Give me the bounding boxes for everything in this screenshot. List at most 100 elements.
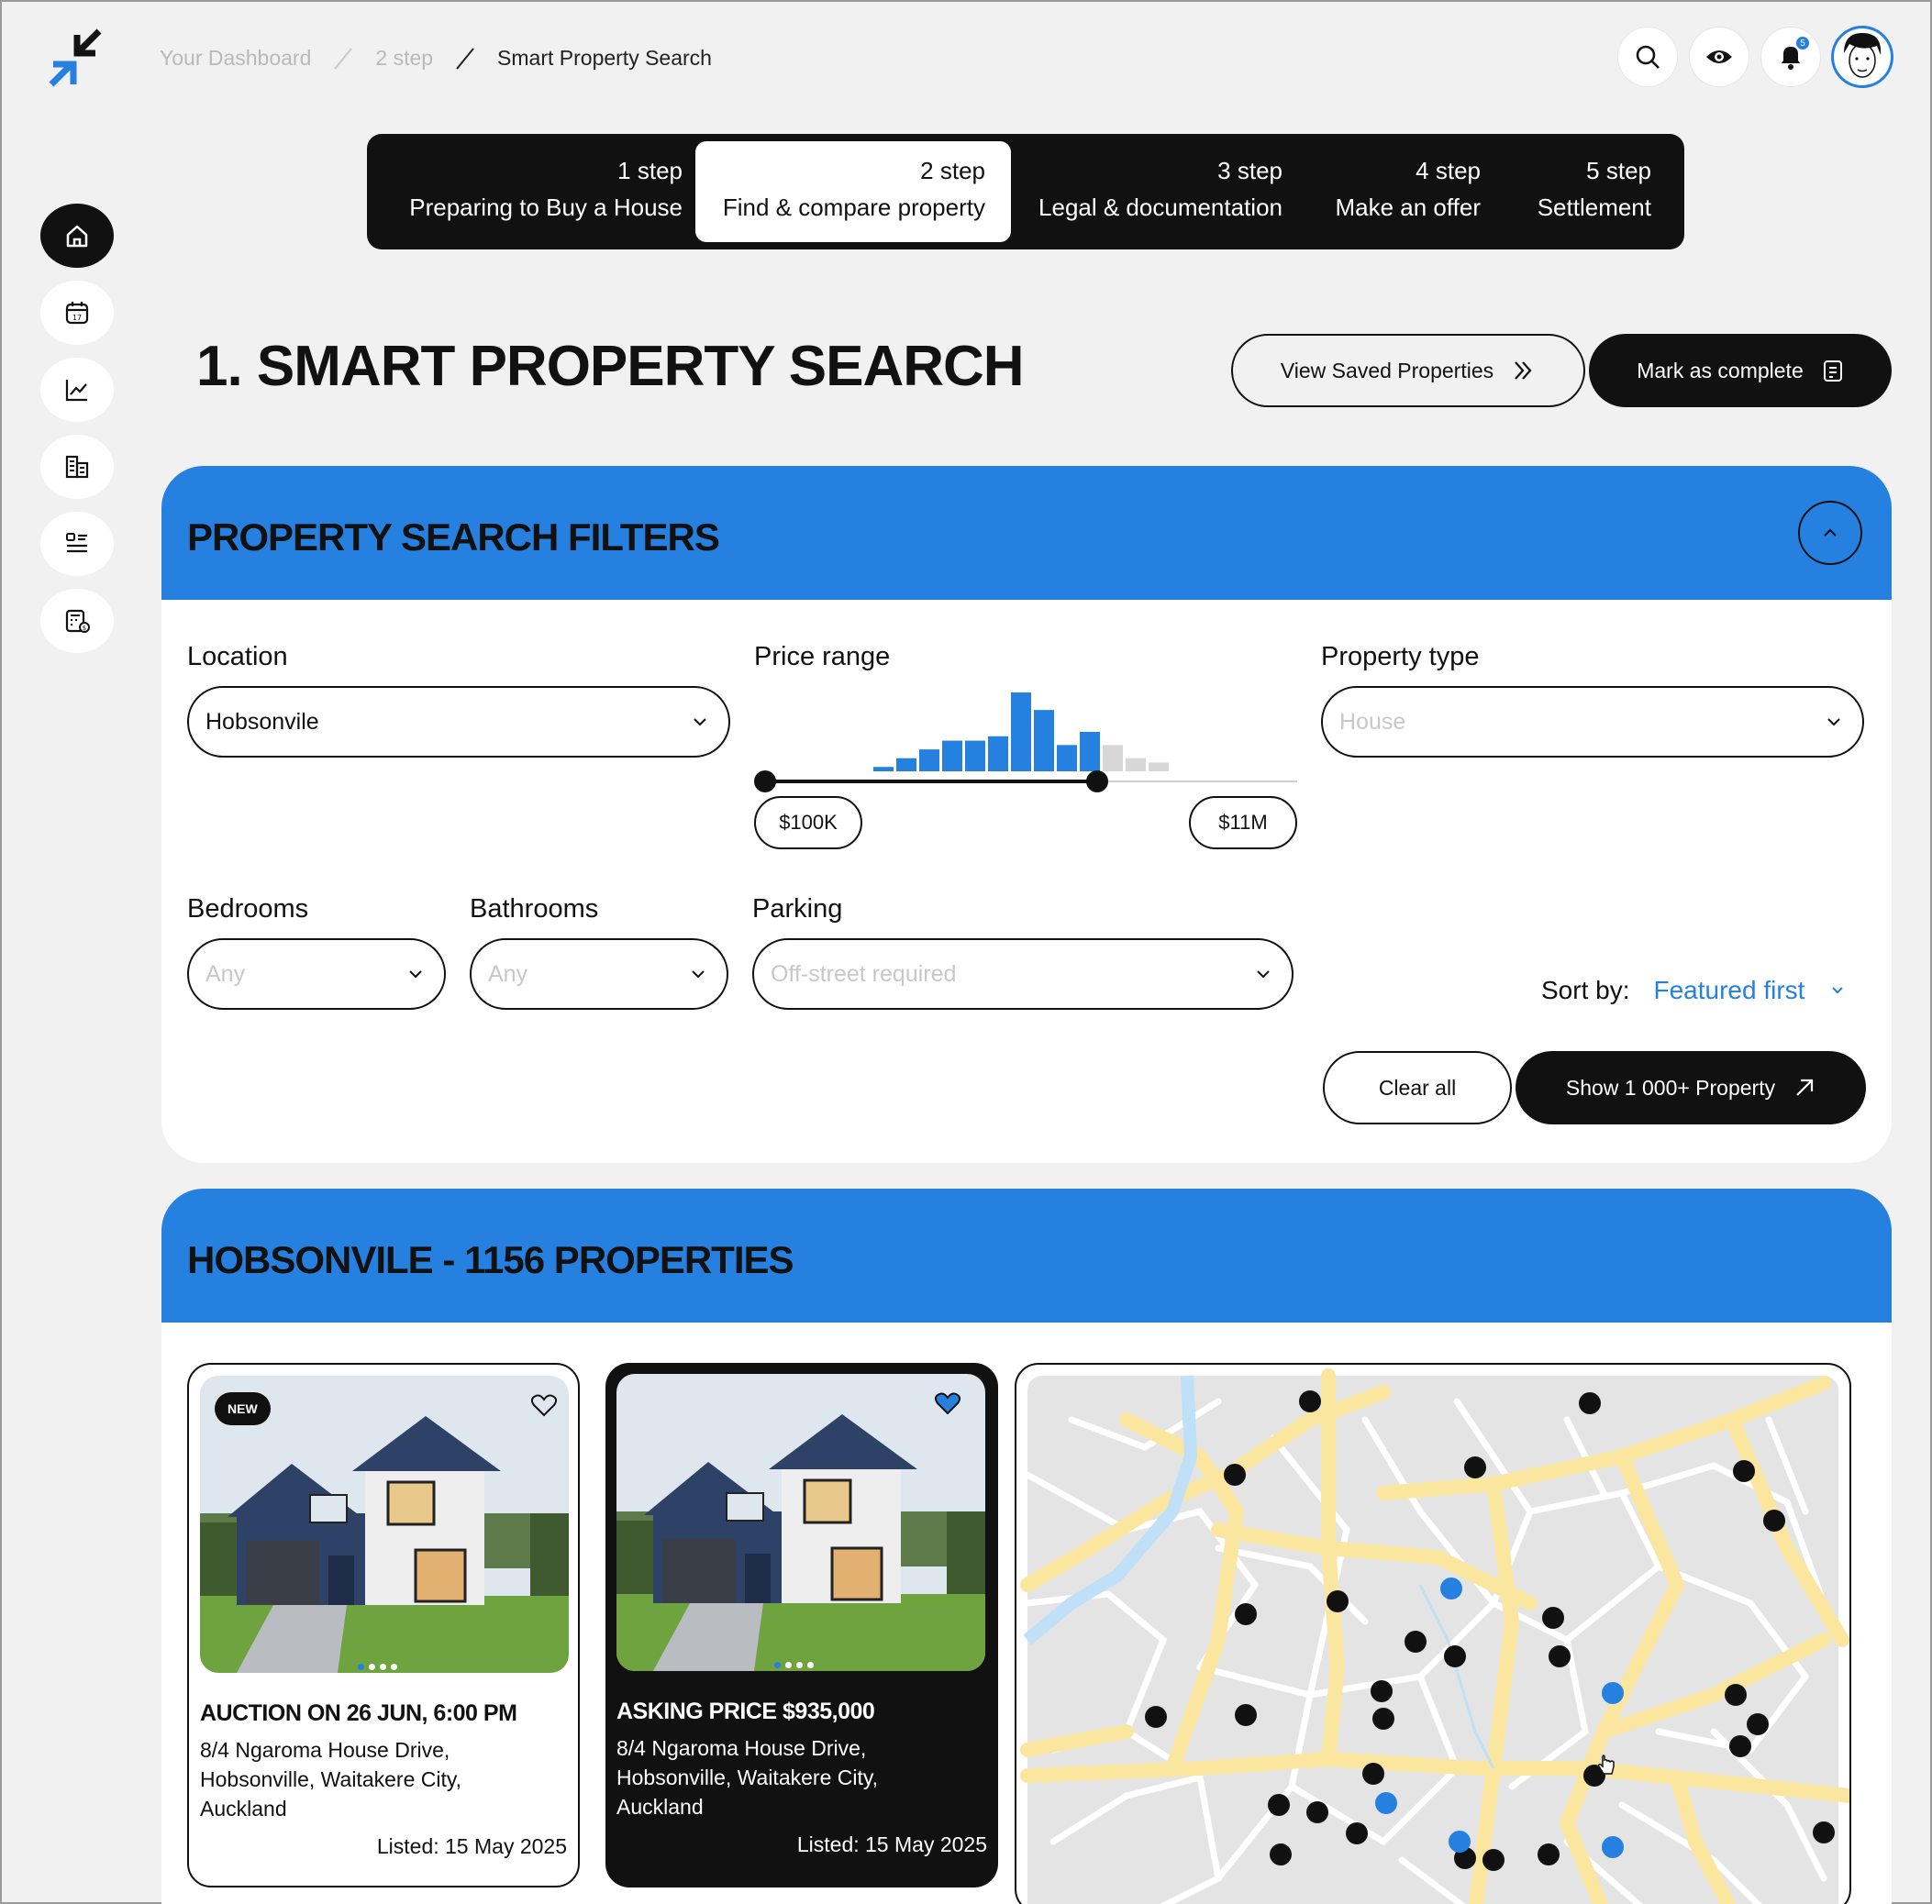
results-panel: HOBSONVILE - 1156 PROPERTIES NEW AUCTION…	[161, 1189, 1892, 1904]
map-pin-highlighted[interactable]	[1440, 1577, 1462, 1600]
card-address: 8/4 Ngaroma House Drive, Hobsonville, Wa…	[200, 1738, 462, 1821]
mark-as-complete-button[interactable]: Mark as complete	[1589, 334, 1892, 407]
map-pin[interactable]	[1362, 1763, 1384, 1785]
map-pin-highlighted[interactable]	[1449, 1831, 1471, 1853]
price-min-field[interactable]: $100K	[754, 796, 862, 849]
breadcrumb-step[interactable]: 2 step	[375, 46, 433, 71]
sidebar-finance[interactable]: $	[40, 589, 114, 653]
map-pin[interactable]	[1270, 1843, 1292, 1865]
step-number: 2 step	[920, 157, 985, 184]
show-properties-button[interactable]: Show 1 000+ Property	[1516, 1051, 1866, 1124]
breadcrumb: Your Dashboard 2 step Smart Property Sea…	[160, 46, 712, 71]
building-icon	[65, 455, 89, 479]
heart-outline-icon[interactable]	[530, 1392, 558, 1418]
map-pin-highlighted[interactable]	[1375, 1792, 1397, 1814]
step-number: 4 step	[1416, 157, 1481, 184]
chevron-down-icon	[694, 718, 706, 726]
property-photo[interactable]	[616, 1374, 985, 1671]
price-min-handle[interactable]	[754, 770, 776, 792]
map-pin[interactable]	[1747, 1713, 1769, 1735]
property-card[interactable]: NEW AUCTION ON 26 JUN, 6:00 PM 8/4 Ngaro…	[187, 1363, 580, 1887]
map-pin[interactable]	[1372, 1708, 1394, 1730]
map-pin[interactable]	[1306, 1801, 1328, 1823]
sidebar-analytics[interactable]	[40, 358, 114, 422]
step-4[interactable]: 4 step Make an offer	[1312, 141, 1481, 242]
property-type-select[interactable]: House	[1321, 686, 1864, 758]
sidebar-calendar[interactable]: 17	[40, 281, 114, 345]
view-button[interactable]	[1690, 28, 1749, 86]
step-2[interactable]: 2 step Find & compare property	[695, 141, 1011, 242]
sort-label: Sort by:	[1541, 976, 1630, 1004]
map-pin[interactable]	[1145, 1706, 1167, 1728]
svg-text:17: 17	[72, 314, 82, 322]
page-title: 1. SMART PROPERTY SEARCH	[196, 335, 1025, 398]
map-pin[interactable]	[1733, 1460, 1755, 1482]
avatar[interactable]	[1831, 26, 1893, 88]
bathrooms-placeholder: Any	[488, 960, 528, 987]
map-pin[interactable]	[1444, 1645, 1466, 1667]
step-1[interactable]: 1 step Preparing to Buy a House	[389, 141, 683, 242]
map-pin-highlighted[interactable]	[1602, 1836, 1624, 1858]
step-5[interactable]: 5 step Settlement	[1510, 141, 1651, 242]
calculator-icon: $	[65, 609, 90, 633]
search-button[interactable]	[1618, 28, 1677, 86]
property-card[interactable]: ASKING PRICE $935,000 8/4 Ngaroma House …	[605, 1363, 998, 1887]
map-pin[interactable]	[1327, 1590, 1349, 1612]
clear-all-button[interactable]: Clear all	[1323, 1051, 1512, 1124]
photo-carousel-dots[interactable]	[774, 1662, 814, 1668]
map-pin[interactable]	[1405, 1631, 1427, 1653]
calendar-icon: 17	[65, 302, 89, 325]
price-max-handle[interactable]	[1086, 770, 1108, 792]
card-title: ASKING PRICE $935,000	[616, 1699, 875, 1724]
map-pin[interactable]	[1549, 1645, 1571, 1667]
map-pin-highlighted[interactable]	[1602, 1682, 1624, 1704]
map-pin[interactable]	[1579, 1392, 1601, 1414]
collapse-filters-button[interactable]	[1798, 501, 1862, 565]
parking-label: Parking	[752, 894, 843, 924]
chevron-down-icon	[692, 970, 705, 979]
bedrooms-select[interactable]: Any	[187, 938, 446, 1010]
sort-select[interactable]: Featured first	[1653, 976, 1845, 1005]
eye-icon	[1706, 50, 1732, 63]
map-pin[interactable]	[1299, 1390, 1321, 1412]
map-pin[interactable]	[1268, 1794, 1290, 1816]
results-title: HOBSONVILE - 1156 PROPERTIES	[187, 1238, 794, 1281]
step-3[interactable]: 3 step Legal & documentation	[1033, 141, 1282, 242]
view-saved-properties-button[interactable]: View Saved Properties	[1231, 334, 1585, 407]
histogram-bar	[1034, 710, 1054, 771]
map-pin[interactable]	[1346, 1822, 1368, 1844]
histogram-bar	[873, 767, 894, 771]
map-pin[interactable]	[1235, 1603, 1257, 1625]
svg-text:$: $	[83, 625, 86, 632]
map-pin[interactable]	[1813, 1821, 1835, 1843]
sidebar-listings[interactable]	[40, 512, 114, 576]
sort-control: Sort by: Featured first	[1541, 976, 1845, 1005]
sidebar-properties[interactable]	[40, 435, 114, 499]
photo-carousel-dots[interactable]	[358, 1664, 397, 1670]
price-max-field[interactable]: $11M	[1189, 796, 1297, 849]
property-map[interactable]	[1015, 1363, 1851, 1904]
map-pin[interactable]	[1725, 1684, 1747, 1706]
filters-title: PROPERTY SEARCH FILTERS	[187, 515, 720, 559]
location-select[interactable]: Hobsonvile	[187, 686, 730, 758]
map-pin[interactable]	[1542, 1607, 1564, 1629]
map-pin[interactable]	[1371, 1680, 1393, 1702]
breadcrumb-dashboard[interactable]: Your Dashboard	[160, 46, 311, 71]
bathrooms-select[interactable]: Any	[470, 938, 728, 1010]
map-pin[interactable]	[1235, 1704, 1257, 1726]
map-pin[interactable]	[1464, 1456, 1486, 1478]
notifications-button[interactable]: 5	[1761, 28, 1820, 86]
chevron-down-icon	[1257, 970, 1270, 979]
bedrooms-placeholder: Any	[205, 960, 246, 987]
map-pin[interactable]	[1538, 1843, 1560, 1865]
price-slider-range	[767, 780, 1097, 783]
map-pin[interactable]	[1763, 1510, 1785, 1532]
heart-filled-icon[interactable]	[934, 1390, 961, 1416]
sidebar-home[interactable]	[40, 204, 114, 268]
map-pin[interactable]	[1729, 1735, 1751, 1757]
map-pin[interactable]	[1482, 1849, 1505, 1871]
map-pin[interactable]	[1224, 1464, 1246, 1486]
map-canvas[interactable]	[1016, 1365, 1849, 1904]
app-logo[interactable]	[44, 28, 110, 92]
parking-select[interactable]: Off-street required	[752, 938, 1294, 1010]
